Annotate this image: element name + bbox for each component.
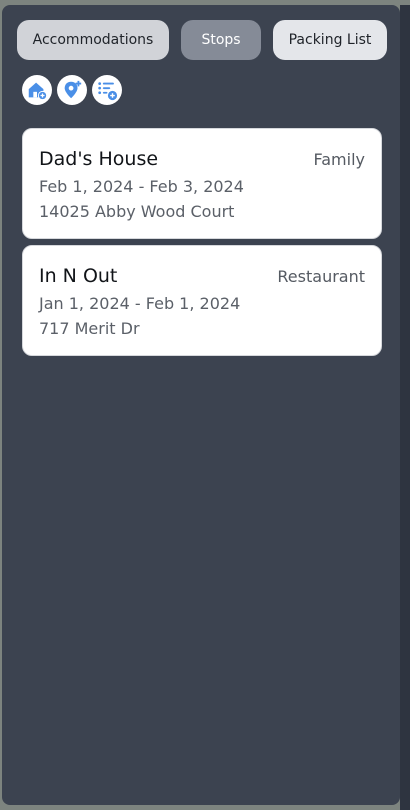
trip-panel [2, 5, 400, 805]
add-list-item-icon [98, 82, 118, 101]
stop-address: 717 Merit Dr [39, 319, 140, 338]
tab-packing-list[interactable]: Packing List [273, 20, 387, 60]
stop-category: Family [313, 150, 365, 169]
stop-dates: Jan 1, 2024 - Feb 1, 2024 [39, 294, 241, 313]
tab-stops[interactable]: Stops [181, 20, 261, 60]
add-location-button[interactable] [57, 75, 87, 105]
panel-edge [400, 5, 410, 810]
add-list-item-button[interactable] [92, 75, 122, 105]
add-location-icon [64, 80, 82, 99]
stop-category: Restaurant [277, 267, 365, 286]
action-icon-row [22, 75, 122, 105]
stops-list: Dad's House Family Feb 1, 2024 - Feb 3, … [22, 128, 382, 362]
stop-address: 14025 Abby Wood Court [39, 202, 235, 221]
tab-accommodations[interactable]: Accommodations [17, 20, 169, 60]
tab-bar: Accommodations Stops Packing List [17, 20, 387, 60]
stop-card[interactable]: In N Out Restaurant Jan 1, 2024 - Feb 1,… [22, 245, 382, 356]
add-accommodation-button[interactable] [22, 75, 52, 105]
stop-dates: Feb 1, 2024 - Feb 3, 2024 [39, 177, 244, 196]
stop-card[interactable]: Dad's House Family Feb 1, 2024 - Feb 3, … [22, 128, 382, 239]
add-accommodation-icon [28, 82, 48, 101]
